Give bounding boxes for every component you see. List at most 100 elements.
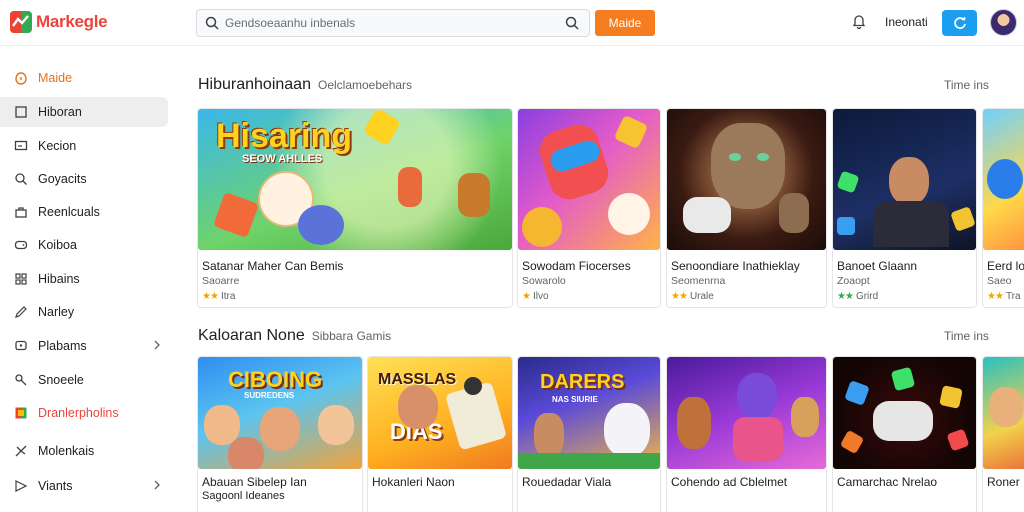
chevron-right-icon[interactable]	[152, 479, 162, 494]
game-thumbnail: DARERS NAS SIURIE	[518, 357, 660, 469]
sidebar-item-label: Narley	[38, 305, 75, 319]
section-subtitle: Oelclamoebehars	[317, 78, 413, 92]
game-thumbnail	[667, 357, 826, 469]
game-thumbnail	[667, 109, 826, 250]
rating-label: Urale	[689, 291, 714, 302]
sidebar-item-plabams[interactable]: Plabams	[0, 331, 168, 361]
star-icon: ★★	[671, 291, 688, 302]
sidebar-item-label: Goyacits	[38, 172, 87, 186]
sparkle-icon	[13, 443, 29, 459]
sidebar-item-goyacits[interactable]: Goyacits	[0, 164, 168, 194]
logo-icon	[10, 11, 32, 33]
search-icon	[13, 171, 29, 187]
bag-icon	[13, 204, 29, 220]
sidebar-item-hibains[interactable]: Hibains	[0, 264, 168, 294]
game-card[interactable]: Senoondiare Inathieklay Seomenrna ★★ Ural…	[666, 108, 827, 308]
search-submit-icon[interactable]	[565, 16, 579, 35]
card-subtitle: Sowarolo	[522, 275, 566, 287]
card-title: Banoet Glaann	[837, 259, 918, 273]
card-title: Roner	[987, 475, 1020, 489]
card-rating: ★★ Tra	[987, 291, 1021, 302]
refresh-button[interactable]	[942, 10, 977, 36]
thumbnail-title: CIBOING	[228, 367, 323, 392]
search-input[interactable]	[225, 13, 545, 33]
card-subtitle: Sagoonl Ideanes	[202, 490, 285, 502]
rating-label: Itra	[220, 291, 236, 302]
sidebar-item-molenkais[interactable]: Molenkais	[0, 436, 168, 466]
card-rating: ★ Ilvo	[522, 291, 549, 302]
card-title: Hokanleri Naon	[372, 475, 455, 489]
sidebar-item-label: Kecion	[38, 139, 77, 153]
game-thumbnail	[983, 109, 1024, 250]
game-card[interactable]: Banoet Glaann Zoaopt ★★ Grird	[832, 108, 977, 308]
sidebar-item-label: Hiboran	[38, 105, 82, 119]
star-icon: ★	[522, 291, 531, 302]
card-title: Rouedadar Viala	[522, 475, 612, 489]
game-card[interactable]: DARERS NAS SIURIE Rouedadar Viala	[517, 356, 661, 512]
game-card[interactable]: Sowodam Fiocerses Sowarolo ★ Ilvo	[517, 108, 661, 308]
card-title: Sowodam Fiocerses	[522, 259, 631, 273]
game-card[interactable]: Eerd lo Saeo ★★ Tra	[982, 108, 1024, 308]
chevron-right-icon[interactable]	[152, 339, 162, 354]
sidebar-item-label: Snoeele	[38, 373, 84, 387]
arrow-icon	[13, 478, 29, 494]
card-subtitle: Saoarre	[202, 275, 240, 287]
card-rating: ★★ Itra	[202, 291, 235, 302]
sidebar-item-label: Reenlcuals	[38, 205, 100, 219]
thumbnail-subtitle: SUDREDENS	[244, 391, 295, 400]
top-link[interactable]: Ineonati	[885, 15, 928, 29]
logo[interactable]: Markegle	[10, 11, 108, 33]
card-title: Eerd lo	[987, 259, 1024, 273]
game-thumbnail	[833, 109, 976, 250]
card-rating: ★★ Grird	[837, 291, 878, 302]
sidebar-item-viants[interactable]: Viants	[0, 471, 168, 501]
chat-icon	[13, 338, 29, 354]
sidebar-item-kecion[interactable]: Kecion	[0, 131, 168, 161]
top-bar: Markegle Maide Ineonati	[0, 0, 1024, 46]
game-card[interactable]: Cohendo ad Cblelmet	[666, 356, 827, 512]
sidebar-item-label: Dranlerpholins	[38, 406, 119, 420]
sidebar-item-label: Plabams	[38, 339, 87, 353]
game-thumbnail: CIBOING SUDREDENS	[198, 357, 362, 469]
card-title: Abauan Sibelep Ian	[202, 475, 307, 489]
thumbnail-title: Hisaring	[216, 117, 353, 155]
sidebar-item-label: Molenkais	[38, 444, 95, 458]
search-icon	[205, 16, 219, 35]
sidebar-item-koiboa[interactable]: Koiboa	[0, 230, 168, 260]
sidebar-item-reenlcuals[interactable]: Reenlcuals	[0, 197, 168, 227]
game-card[interactable]: Roner	[982, 356, 1024, 512]
star-icon: ★★	[837, 291, 854, 302]
search-button[interactable]: Maide	[595, 10, 655, 36]
game-card[interactable]: Camarchac Nrelao	[832, 356, 977, 512]
game-thumbnail: Hisaring SEOW AHLLES	[198, 109, 512, 250]
see-more-link[interactable]: Time ins	[944, 329, 989, 343]
bell-icon[interactable]	[851, 13, 867, 34]
card-title: Senoondiare Inathieklay	[671, 259, 800, 273]
see-more-link[interactable]: Time ins	[944, 78, 989, 92]
card-title: Camarchac Nrelao	[837, 475, 938, 489]
game-thumbnail: MASSLAS DIAS	[368, 357, 512, 469]
card-subtitle: Zoaopt	[837, 275, 870, 287]
game-card[interactable]: MASSLAS DIAS Hokanleri Naon	[367, 356, 513, 512]
sidebar-item-label: Maide	[38, 71, 73, 85]
thumbnail-subtitle: SEOW AHLLES	[242, 153, 323, 165]
edit-icon	[13, 304, 29, 320]
sidebar-item-narley[interactable]: Narley	[0, 297, 168, 327]
sidebar-item-hiboran[interactable]: Hiboran	[0, 97, 168, 127]
star-icon: ★★	[987, 291, 1004, 302]
sidebar-item-label: Koiboa	[38, 238, 77, 252]
gamepad-icon	[13, 237, 29, 253]
section-title: Hiburanhoinaan	[198, 76, 311, 93]
section-subtitle: Sibbara Gamis	[311, 329, 392, 343]
sidebar-item-dranlerpholins[interactable]: Dranlerpholins	[0, 398, 168, 428]
game-card[interactable]: Hisaring SEOW AHLLES Satanar Maher Can B…	[197, 108, 513, 308]
section-header: Hiburanhoinaan Oelclamoebehars	[198, 76, 412, 94]
avatar[interactable]	[990, 9, 1017, 36]
game-card[interactable]: CIBOING SUDREDENS Abauan Sibelep Ian Sag…	[197, 356, 363, 512]
star-icon: ★★	[202, 291, 219, 302]
card-subtitle: Saeo	[987, 275, 1012, 287]
sidebar-item-snoeele[interactable]: Snoeele	[0, 365, 168, 395]
sidebar-item-maide[interactable]: Maide	[0, 63, 168, 93]
search-bar[interactable]	[196, 9, 590, 37]
card-rating: ★★ Urale	[671, 291, 714, 302]
